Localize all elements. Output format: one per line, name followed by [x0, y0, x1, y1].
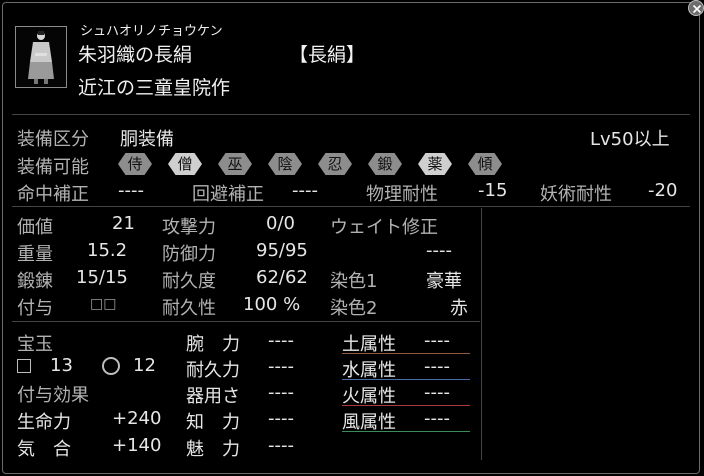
column-divider — [481, 208, 482, 460]
phys-resist-value: -15 — [478, 180, 508, 201]
element-value-wind: ---- — [424, 408, 450, 429]
magic-resist-label: 妖術耐性 — [540, 184, 612, 205]
attr-value: ---- — [268, 408, 294, 429]
gems-label: 宝玉 — [17, 334, 53, 355]
close-icon — [692, 4, 702, 14]
evade-label: 回避補正 — [192, 184, 264, 205]
effect-label: 気 合 — [17, 439, 71, 460]
weight-mod-value: ---- — [426, 240, 452, 261]
attr-label: 耐久力 — [186, 360, 240, 381]
slot-label: 装備区分 — [17, 129, 89, 150]
price-value: 21 — [112, 213, 135, 234]
effect-label: 生命力 — [17, 412, 71, 433]
defense-value: 95/95 — [256, 240, 308, 261]
grant-slots: □□ — [90, 296, 117, 312]
square-slot-icon — [17, 359, 31, 373]
attr-label: 器用さ — [186, 386, 240, 407]
durability-value: 62/62 — [256, 267, 308, 288]
defense-label: 防御力 — [162, 244, 216, 265]
level-requirement: Lv50以上 — [590, 129, 670, 150]
phys-resist-label: 物理耐性 — [366, 184, 438, 205]
close-button[interactable] — [688, 0, 704, 16]
durability-label: 耐久度 — [162, 271, 216, 292]
divider — [12, 206, 690, 207]
item-name: 朱羽織の長絹 — [78, 44, 193, 66]
attack-label: 攻撃力 — [162, 217, 216, 238]
item-reading: シュハオリノチョウケン — [80, 24, 223, 39]
slot-value: 胴装備 — [120, 129, 174, 150]
dye1-value: 豪華 — [426, 271, 462, 292]
attr-label: 腕 力 — [186, 334, 240, 355]
element-underline-fire — [342, 405, 470, 406]
divider — [12, 321, 480, 322]
element-value-fire: ---- — [424, 382, 450, 403]
dye2-label: 染色2 — [330, 298, 378, 319]
magic-resist-value: -20 — [648, 180, 678, 201]
element-value-earth: ---- — [424, 330, 450, 351]
item-thumbnail — [15, 26, 67, 88]
attack-value: 0/0 — [266, 213, 295, 234]
jobs-label: 装備可能 — [17, 157, 89, 178]
dye1-label: 染色1 — [330, 271, 378, 292]
divider — [12, 114, 690, 115]
dye2-value: 赤 — [450, 298, 468, 319]
attr-label: 知 力 — [186, 412, 240, 433]
attr-value: ---- — [268, 435, 294, 456]
circle-slot-icon — [102, 357, 120, 375]
element-value-water: ---- — [424, 356, 450, 377]
circle-slot-count: 12 — [133, 355, 156, 376]
effect-value: +240 — [112, 408, 162, 429]
item-type: 【長絹】 — [289, 44, 366, 66]
item-maker: 近江の三童皇院作 — [78, 77, 231, 99]
weight-label: 重量 — [17, 244, 53, 265]
forge-label: 鍛錬 — [17, 271, 53, 292]
attr-value: ---- — [268, 356, 294, 377]
effects-label: 付与効果 — [17, 385, 89, 406]
kimono-figure-icon — [28, 31, 54, 84]
price-label: 価値 — [17, 217, 53, 238]
durability-pct-value: 100 % — [243, 294, 301, 315]
element-underline-wind — [342, 431, 470, 432]
element-underline-earth — [342, 353, 470, 354]
evade-value: ---- — [292, 180, 318, 201]
hit-value: ---- — [118, 180, 144, 201]
weight-mod-label: ウェイト修正 — [330, 217, 438, 238]
element-underline-water — [342, 379, 470, 380]
square-slot-count: 13 — [50, 355, 73, 376]
weight-value: 15.2 — [87, 240, 128, 261]
effect-value: +140 — [112, 435, 162, 456]
durability-pct-label: 耐久性 — [162, 298, 216, 319]
attr-label: 魅 力 — [186, 439, 240, 460]
forge-value: 15/15 — [76, 267, 128, 288]
attr-value: ---- — [268, 382, 294, 403]
hit-label: 命中補正 — [17, 184, 89, 205]
grant-label: 付与 — [17, 298, 53, 319]
attr-value: ---- — [268, 330, 294, 351]
